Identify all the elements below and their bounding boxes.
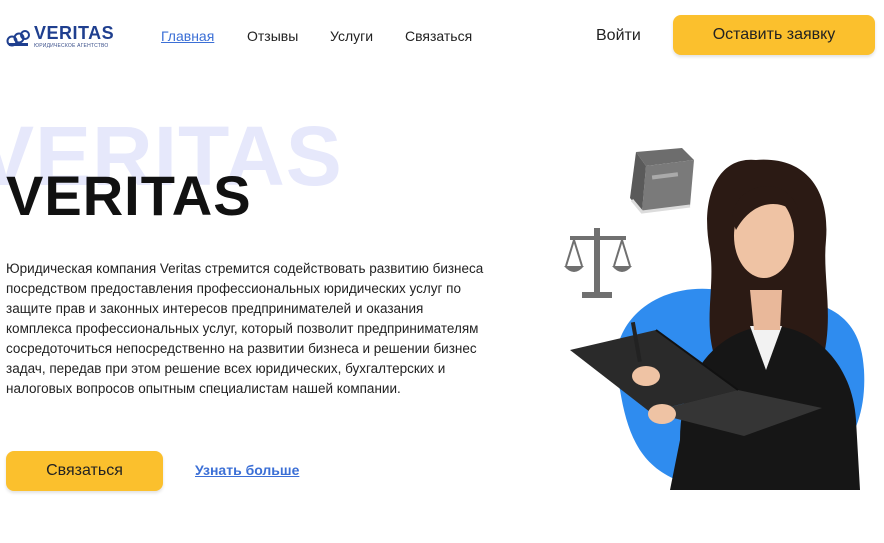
learn-more-link[interactable]: Узнать больше [195, 462, 299, 478]
submit-request-button[interactable]: Оставить заявку [673, 15, 875, 55]
nav-item-home[interactable]: Главная [161, 28, 214, 44]
hero-title: VERITAS [6, 164, 252, 227]
logo-icon [6, 29, 30, 46]
book-icon [630, 148, 694, 214]
nav-item-services[interactable]: Услуги [330, 28, 373, 44]
logo-name: VERITAS [34, 23, 115, 43]
woman-figure [570, 159, 860, 490]
hero-illustration [564, 148, 865, 490]
contact-button[interactable]: Связаться [6, 451, 163, 491]
login-link[interactable]: Войти [596, 27, 641, 45]
scales-icon [564, 228, 632, 298]
nav-item-contact[interactable]: Связаться [405, 28, 472, 44]
logo-subtitle: ЮРИДИЧЕСКОЕ АГЕНТСТВО [34, 43, 109, 49]
nav-item-reviews[interactable]: Отзывы [247, 28, 298, 44]
logo[interactable]: VERITAS ЮРИДИЧЕСКОЕ АГЕНТСТВО [6, 24, 114, 49]
hero-description: Юридическая компания Veritas стремится с… [6, 261, 484, 396]
